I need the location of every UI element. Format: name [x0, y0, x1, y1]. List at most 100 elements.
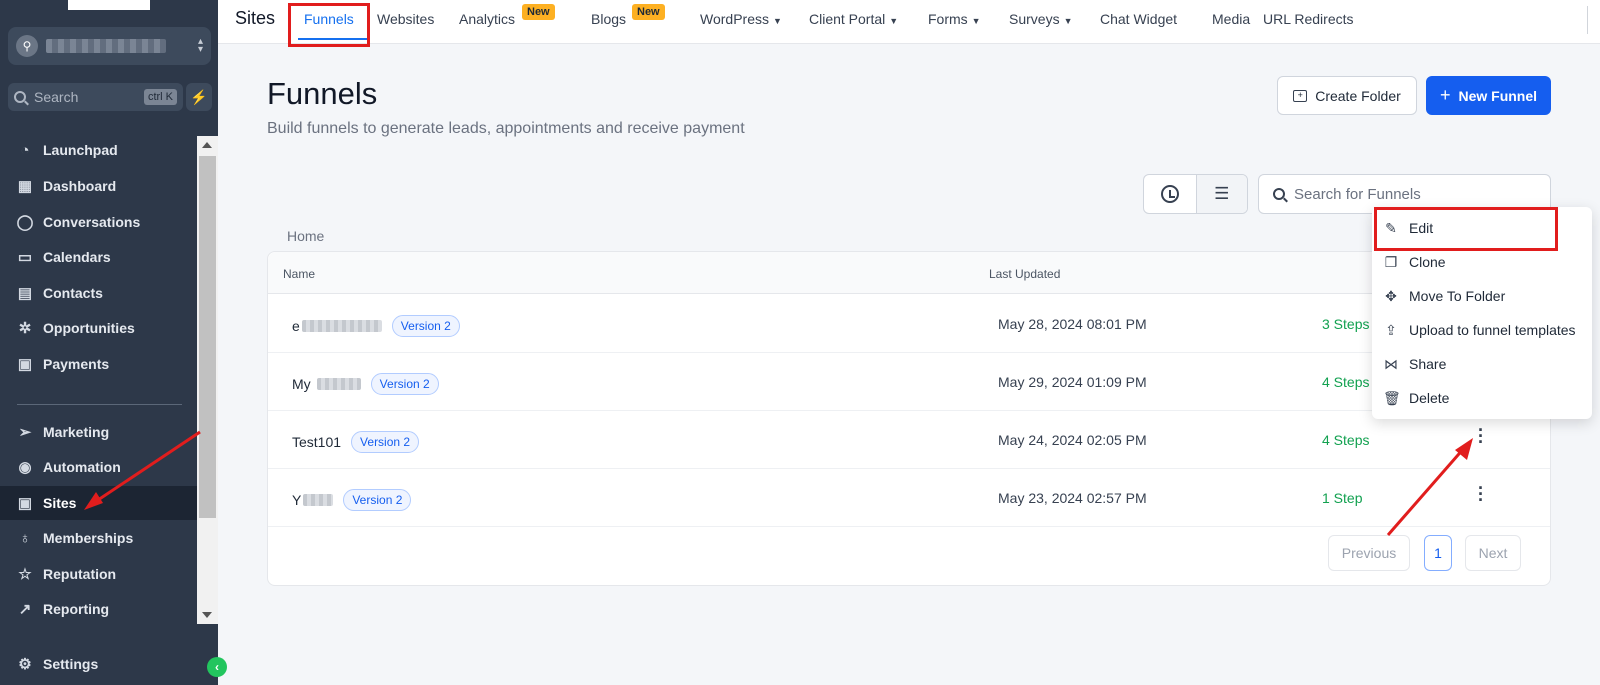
tab-wordpress[interactable]: WordPress ▼ — [700, 11, 782, 27]
star-icon: ☆ — [18, 566, 32, 583]
sidebar-item-dashboard[interactable]: ▦ Dashboard — [0, 169, 197, 203]
new-funnel-button[interactable]: + New Funnel — [1426, 76, 1551, 115]
funnel-name[interactable]: Test101 Version 2 — [292, 431, 420, 453]
redacted-text — [301, 320, 382, 332]
gear-icon: ⚙ — [18, 656, 32, 673]
page-number-button[interactable]: 1 — [1424, 535, 1452, 571]
account-name-redacted — [46, 39, 166, 53]
tab-chat-widget[interactable]: Chat Widget — [1100, 11, 1177, 27]
column-header-name[interactable]: Name — [283, 267, 315, 281]
sidebar-search-placeholder: Search — [34, 89, 79, 105]
version-badge: Version 2 — [391, 315, 460, 337]
contacts-icon: ▤ — [17, 285, 33, 302]
menu-item-share[interactable]: ⋈ Share — [1372, 347, 1592, 381]
highlight-funnels-tab — [288, 3, 370, 47]
more-actions-icon[interactable]: · · · — [1476, 479, 1486, 509]
account-switcher[interactable]: ⚲ ▴ ▾ — [8, 27, 211, 65]
redacted-text — [316, 378, 361, 390]
calendar-icon: ▭ — [17, 249, 33, 266]
steps-count[interactable]: 1 Step — [1322, 490, 1362, 506]
location-icon: ⚲ — [16, 35, 38, 57]
upload-icon: ⇪ — [1385, 321, 1397, 338]
last-updated: May 28, 2024 08:01 PM — [998, 316, 1147, 332]
sidebar-divider — [17, 404, 182, 405]
sidebar-item-automation[interactable]: ◉ Automation — [0, 450, 197, 484]
create-folder-button[interactable]: + Create Folder — [1277, 76, 1417, 115]
table-row[interactable]: Y Version 2 May 23, 2024 02:57 PM 1 Step … — [268, 469, 1550, 527]
tab-analytics[interactable]: Analytics — [459, 11, 515, 27]
tab-url-redirects[interactable]: URL Redirects — [1263, 11, 1354, 27]
menu-item-upload-template[interactable]: ⇪ Upload to funnel templates — [1372, 313, 1592, 347]
tab-client-portal[interactable]: Client Portal ▼ — [809, 11, 898, 27]
collapse-sidebar-icon[interactable]: ‹ — [207, 657, 227, 677]
breadcrumb[interactable]: Home — [287, 228, 324, 244]
send-icon: ➢ — [18, 424, 32, 441]
nav-separator — [1587, 6, 1588, 34]
chevron-down-icon: ▼ — [772, 16, 782, 26]
funnel-name[interactable]: e Version 2 — [292, 315, 460, 337]
table-row[interactable]: e Version 2 May 28, 2024 08:01 PM 3 Steps — [268, 295, 1550, 353]
trend-icon: ↗ — [18, 601, 32, 618]
previous-page-button[interactable]: Previous — [1328, 535, 1410, 571]
sidebar-item-sites[interactable]: ▣ Sites — [0, 486, 197, 520]
sidebar-item-reputation[interactable]: ☆ Reputation — [0, 557, 197, 591]
sidebar-item-reporting[interactable]: ↗ Reporting — [0, 592, 197, 626]
clock-icon — [1160, 185, 1179, 203]
table-row[interactable]: My Version 2 May 29, 2024 01:09 PM 4 Step… — [268, 353, 1550, 411]
copy-icon: ❐ — [1384, 253, 1398, 270]
next-page-button[interactable]: Next — [1465, 535, 1521, 571]
steps-count[interactable]: 3 Steps — [1322, 316, 1369, 332]
steps-count[interactable]: 4 Steps — [1322, 374, 1369, 390]
page-subtitle: Build funnels to generate leads, appoint… — [267, 120, 745, 137]
table-row[interactable]: Test101 Version 2 May 24, 2024 02:05 PM 4… — [268, 411, 1550, 469]
sidebar-item-contacts[interactable]: ▤ Contacts — [0, 276, 197, 310]
version-badge: Version 2 — [370, 373, 439, 395]
more-actions-icon[interactable]: · · · — [1476, 421, 1486, 451]
scroll-thumb[interactable] — [199, 156, 216, 518]
tab-surveys[interactable]: Surveys ▼ — [1009, 11, 1073, 27]
scroll-up-icon[interactable] — [202, 142, 212, 148]
scroll-down-icon[interactable] — [202, 612, 212, 618]
funnel-name[interactable]: My Version 2 — [292, 373, 439, 395]
sidebar-item-memberships[interactable]: ♁ Memberships — [0, 521, 197, 555]
tab-forms[interactable]: Forms ▼ — [928, 11, 981, 27]
new-badge-analytics: New — [522, 4, 555, 20]
sidebar-item-payments[interactable]: ▣ Payments — [0, 347, 197, 381]
tab-blogs[interactable]: Blogs — [591, 11, 626, 27]
sidebar-scrollbar[interactable] — [197, 136, 218, 624]
sidebar-item-calendars[interactable]: ▭ Calendars — [0, 240, 197, 274]
move-icon: ✥ — [1385, 287, 1397, 304]
chevron-updown-icon: ▴ ▾ — [197, 36, 203, 55]
sidebar-item-marketing[interactable]: ➢ Marketing — [0, 415, 197, 449]
funnels-table: Name Last Updated e Version 2 May 28, 202… — [267, 251, 1551, 586]
sidebar-item-opportunities[interactable]: ✲ Opportunities — [0, 311, 197, 345]
quick-actions-bolt-icon[interactable]: ⚡ — [186, 83, 212, 111]
recent-view-button[interactable] — [1144, 175, 1196, 213]
highlight-edit-item — [1374, 207, 1558, 251]
folder-plus-icon: + — [1293, 89, 1308, 102]
list-view-button[interactable]: ☰ — [1195, 175, 1247, 213]
tab-media[interactable]: Media — [1212, 11, 1250, 27]
launchpad-icon: ◔ — [20, 141, 30, 159]
payments-icon: ▣ — [17, 356, 33, 373]
sidebar-item-conversations[interactable]: ◯ Conversations — [0, 205, 197, 239]
sidebar-search[interactable]: Search ctrl K — [8, 83, 183, 111]
sites-icon: ▣ — [17, 495, 33, 512]
table-header: Name Last Updated — [268, 252, 1550, 294]
steps-count[interactable]: 4 Steps — [1322, 432, 1369, 448]
menu-item-delete[interactable]: 🗑 Delete — [1372, 381, 1592, 415]
sidebar-item-settings[interactable]: ⚙ Settings — [0, 647, 197, 681]
opportunities-icon: ✲ — [18, 320, 32, 337]
funnel-search-input[interactable] — [1294, 185, 1514, 203]
logo — [68, 0, 150, 10]
tab-websites[interactable]: Websites — [377, 11, 434, 27]
funnel-name[interactable]: Y Version 2 — [292, 489, 412, 511]
redacted-text — [303, 494, 334, 506]
search-shortcut: ctrl K — [143, 89, 177, 105]
column-header-last-updated[interactable]: Last Updated — [989, 267, 1060, 281]
menu-item-move-to-folder[interactable]: ✥ Move To Folder — [1372, 279, 1592, 313]
list-icon: ☰ — [1214, 184, 1230, 203]
dashboard-icon: ▦ — [17, 178, 33, 195]
search-icon — [1273, 188, 1285, 200]
sidebar-item-launchpad[interactable]: ◔ Launchpad — [0, 133, 197, 167]
